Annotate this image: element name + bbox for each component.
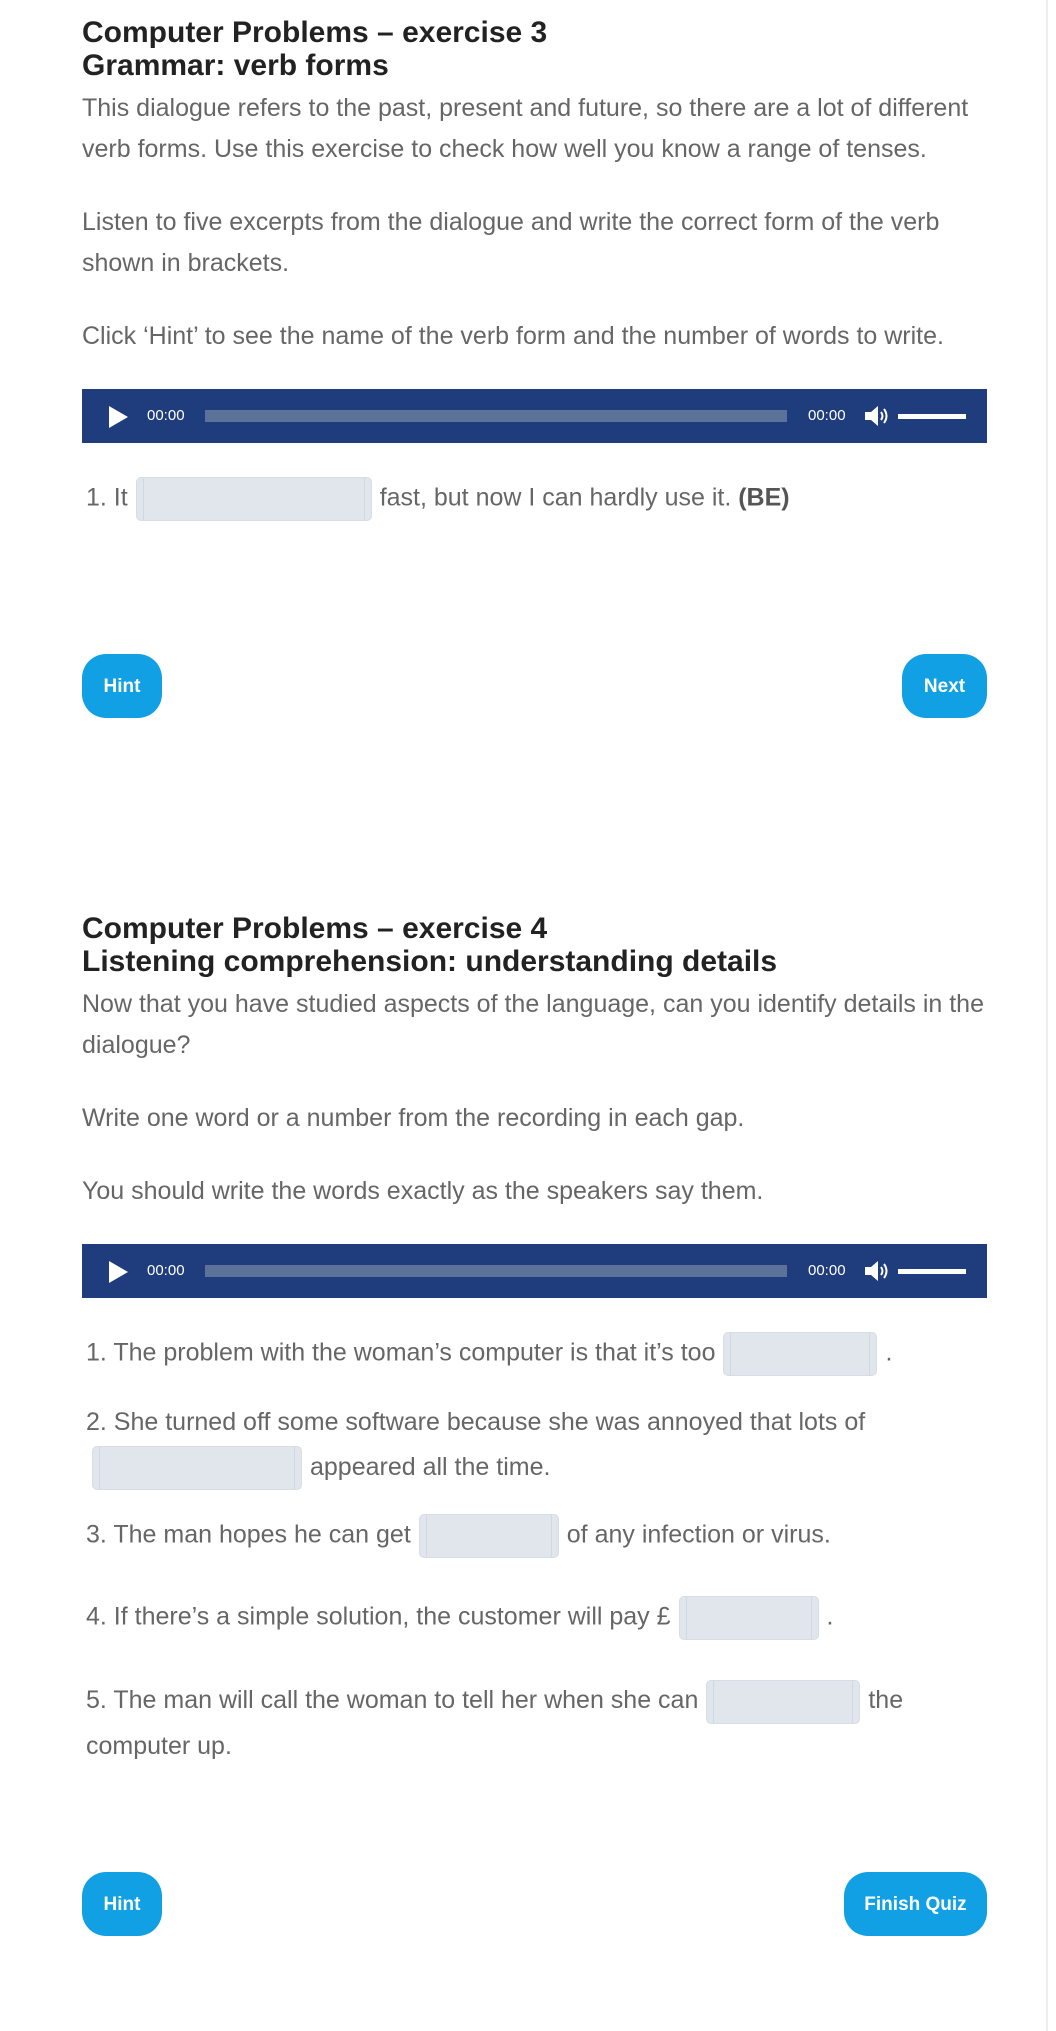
exercise-4-title-line2: Listening comprehension: understanding d… [82,945,778,978]
question-text-after: appeared all the time. [310,1453,551,1481]
exercise-4-exact-words-note: You should write the words exactly as th… [82,1177,764,1205]
question-1: 1. The problem with the woman’s computer… [86,1332,987,1376]
answer-input[interactable] [92,1446,302,1491]
exercise-3-title: Computer Problems – exercise 3 Grammar: … [82,16,987,82]
audio-player: 00:00 00:00 [82,1244,987,1298]
question-text-before: 1. It [86,483,128,512]
question-2: 2. She turned off some software because … [86,1400,987,1491]
exercise-4-intro: Now that you have studied aspects of the… [82,990,984,1059]
volume-slider[interactable] [898,414,966,419]
question-text-after: fast, but now I can hardly use it. [379,483,732,512]
volume-icon[interactable] [863,1258,891,1284]
question-text-after: . [885,1338,893,1367]
question-text-after: . [826,1603,834,1631]
volume-slider[interactable] [898,1269,966,1274]
exercise-4-title: Computer Problems – exercise 4 Listening… [82,912,987,978]
audio-player: 00:00 00:00 [82,389,987,443]
exercise-3-intro: This dialogue refers to the past, presen… [82,94,969,163]
audio-progress-bar[interactable] [205,1265,787,1277]
answer-input[interactable] [418,1514,559,1559]
exercise-3-hint-instructions: Click ‘Hint’ to see the name of the verb… [82,322,944,350]
verb-prompt: (BE) [738,483,790,512]
exercise-3-section: Computer Problems – exercise 3 Grammar: … [82,16,987,521]
page-right-border [1046,0,1048,2031]
answer-input[interactable] [678,1596,819,1641]
question-3: 3. The man hopes he can get of any infect… [86,1514,987,1559]
hint-button[interactable]: Hint [82,654,162,718]
finish-quiz-button[interactable]: Finish Quiz [844,1872,987,1936]
duration-time: 00:00 [808,407,846,424]
hint-button[interactable]: Hint [82,1872,162,1936]
question-text-before: 4. If there’s a simple solution, the cus… [86,1603,671,1631]
exercise-3-title-line1: Computer Problems – exercise 3 [82,16,548,49]
exercise-3-instructions: Listen to five excerpts from the dialogu… [82,208,940,277]
current-time: 00:00 [147,407,185,424]
question-text-before: 2. She turned off some software because … [86,1408,866,1436]
question-text-before: 3. The man hopes he can get [86,1521,411,1549]
play-icon[interactable] [109,406,128,428]
exercise-4-instructions: Write one word or a number from the reco… [82,1104,745,1132]
question-text-before: 5. The man will call the woman to tell h… [86,1686,699,1715]
question-5: 5. The man will call the woman to tell h… [86,1678,987,1768]
play-icon[interactable] [109,1261,128,1283]
duration-time: 00:00 [808,1262,846,1279]
exercise-3-title-line2: Grammar: verb forms [82,49,389,82]
exercise-4-section: Computer Problems – exercise 4 Listening… [82,912,987,1769]
question-1: 1. It fast, but now I can hardly use it. … [86,477,987,521]
volume-icon[interactable] [863,403,891,429]
question-text-before: 1. The problem with the woman’s computer… [86,1338,716,1367]
answer-input[interactable] [723,1332,878,1376]
question-4: 4. If there’s a simple solution, the cus… [86,1596,987,1641]
answer-input[interactable] [135,477,372,521]
exercise-4-title-line1: Computer Problems – exercise 4 [82,912,548,945]
audio-progress-bar[interactable] [205,410,787,422]
next-button[interactable]: Next [902,654,987,718]
current-time: 00:00 [147,1262,185,1279]
answer-input[interactable] [706,1679,861,1724]
question-text-after: of any infection or virus. [566,1521,831,1549]
